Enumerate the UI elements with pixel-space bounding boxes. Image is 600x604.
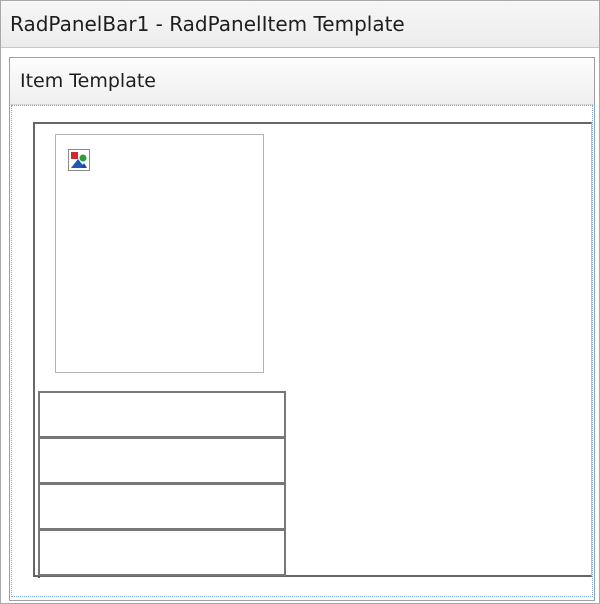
- table-cell-3[interactable]: [38, 483, 286, 530]
- panel-header[interactable]: RadPanelBar1 - RadPanelItem Template: [1, 1, 599, 48]
- image-frame[interactable]: [55, 134, 264, 373]
- radpanelbar-designer-panel: RadPanelBar1 - RadPanelItem Template Ite…: [0, 0, 600, 604]
- layout-table[interactable]: [33, 122, 592, 577]
- table-cell-4[interactable]: [38, 529, 286, 576]
- item-template-header[interactable]: Item Template: [10, 58, 594, 105]
- resize-dot: [38, 576, 40, 578]
- template-edit-area[interactable]: [11, 105, 593, 597]
- table-cell-1[interactable]: [38, 391, 286, 438]
- item-template-label: Item Template: [20, 70, 156, 92]
- broken-image-placeholder-icon: [68, 149, 90, 171]
- panel-title: RadPanelBar1 - RadPanelItem Template: [10, 12, 405, 36]
- table-cell-2[interactable]: [38, 437, 286, 484]
- item-template-box: Item Template: [9, 57, 595, 601]
